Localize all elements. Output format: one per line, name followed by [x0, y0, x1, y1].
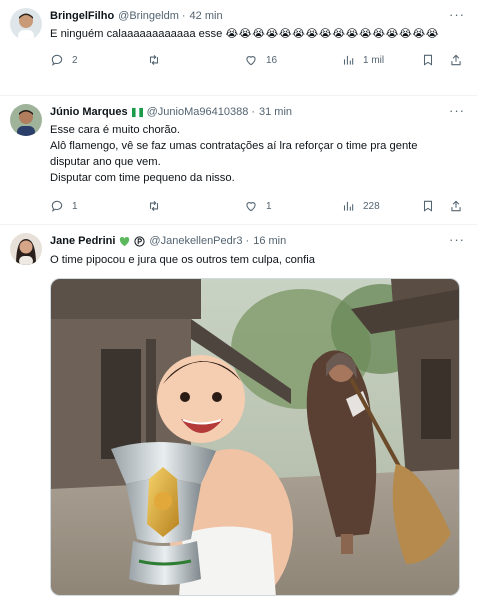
- user-handle[interactable]: @Bringeldm: [118, 8, 179, 24]
- views-icon: [343, 55, 354, 65]
- tweet-media-image[interactable]: [50, 278, 460, 596]
- separator-dot: ·: [245, 235, 250, 247]
- green-heart-icon: [120, 236, 130, 246]
- tweet-header: BringelFilho @Bringeldm · 42 min: [50, 8, 467, 24]
- tweet-text: Esse cara é muito chorão. Alô flamengo, …: [50, 122, 467, 186]
- share-icon: [451, 200, 461, 212]
- separator-dot: ·: [251, 106, 255, 118]
- display-name[interactable]: BringelFilho: [50, 8, 114, 24]
- timestamp[interactable]: 16 min: [253, 233, 286, 249]
- like-count: 16: [266, 54, 278, 66]
- share-button[interactable]: [449, 53, 463, 67]
- tweet-text-line: Alô flamengo, vê se faz umas contrataçõe…: [50, 140, 418, 168]
- separator-dot: ·: [181, 10, 186, 22]
- share-button[interactable]: [449, 199, 463, 213]
- bookmark-icon: [423, 200, 433, 212]
- more-icon[interactable]: ···: [449, 233, 465, 247]
- reply-icon: [51, 54, 63, 66]
- tweet-text: E ninguém calaaaaaaaaaaaa esse 😭😭😭😭😭😭😭😭😭…: [50, 26, 467, 42]
- reply-count: 2: [72, 54, 78, 66]
- tweet-text: O time pipocou e jura que os outros tem …: [50, 252, 467, 268]
- meme-image: [51, 279, 459, 595]
- nigeria-flag-icon: [131, 107, 143, 117]
- action-bar: 2 16 1 mil: [50, 46, 467, 74]
- view-count: 228: [363, 200, 380, 212]
- action-bar: 1 1 228: [50, 192, 467, 220]
- views-button[interactable]: 228: [341, 199, 419, 213]
- crying-emoji-row: 😭😭😭😭😭😭😭😭😭😭😭😭😭😭😭😭: [225, 28, 440, 40]
- tweet-header: Júnio Marques @JunioMa96410388 · 31 min: [50, 104, 467, 120]
- reply-icon: [51, 200, 63, 212]
- display-name[interactable]: Jane Pedrini: [50, 233, 115, 249]
- user-handle[interactable]: @JunioMa96410388: [147, 104, 249, 120]
- tweet-text-line: Esse cara é muito chorão.: [50, 124, 180, 136]
- retweet-button[interactable]: [147, 199, 244, 213]
- bookmark-button[interactable]: [421, 53, 435, 67]
- reply-button[interactable]: 2: [50, 53, 147, 67]
- tweet-header: Jane Pedrini @JanekellenPedr3 · 16 min: [50, 233, 467, 249]
- tweet[interactable]: Júnio Marques @JunioMa96410388 · 31 min …: [0, 96, 477, 225]
- tweet-text-body: E ninguém calaaaaaaaaaaaa esse: [50, 28, 223, 40]
- reply-count: 1: [72, 200, 78, 212]
- tweet-text-line: Disputar com time pequeno da nisso.: [50, 172, 235, 184]
- like-count: 1: [266, 200, 272, 212]
- timestamp[interactable]: 31 min: [259, 104, 292, 120]
- tweet-text-body: O time pipocou e jura que os outros tem …: [50, 254, 315, 266]
- reply-button[interactable]: 1: [50, 199, 147, 213]
- circled-p-icon: [134, 235, 146, 247]
- retweet-button[interactable]: [147, 53, 244, 67]
- more-icon[interactable]: ···: [449, 8, 465, 22]
- timestamp[interactable]: 42 min: [190, 8, 223, 24]
- view-count: 1 mil: [363, 54, 385, 66]
- tweet[interactable]: Jane Pedrini @JanekellenPedr3 · 16 min ·…: [0, 225, 477, 596]
- like-icon: [246, 56, 256, 66]
- views-icon: [343, 201, 354, 211]
- bookmark-icon: [423, 54, 433, 66]
- more-icon[interactable]: ···: [449, 104, 465, 118]
- display-name[interactable]: Júnio Marques: [50, 104, 128, 120]
- tweet[interactable]: BringelFilho @Bringeldm · 42 min ··· E n…: [0, 0, 477, 96]
- retweet-icon: [149, 54, 159, 66]
- like-button[interactable]: 1: [244, 199, 341, 213]
- views-button[interactable]: 1 mil: [341, 53, 419, 67]
- avatar[interactable]: [10, 233, 42, 265]
- bookmark-button[interactable]: [421, 199, 435, 213]
- like-icon: [246, 202, 256, 212]
- like-button[interactable]: 16: [244, 53, 341, 67]
- share-icon: [451, 54, 461, 66]
- retweet-icon: [149, 200, 159, 212]
- avatar[interactable]: [10, 8, 42, 40]
- user-handle[interactable]: @JanekellenPedr3: [149, 233, 242, 249]
- avatar[interactable]: [10, 104, 42, 136]
